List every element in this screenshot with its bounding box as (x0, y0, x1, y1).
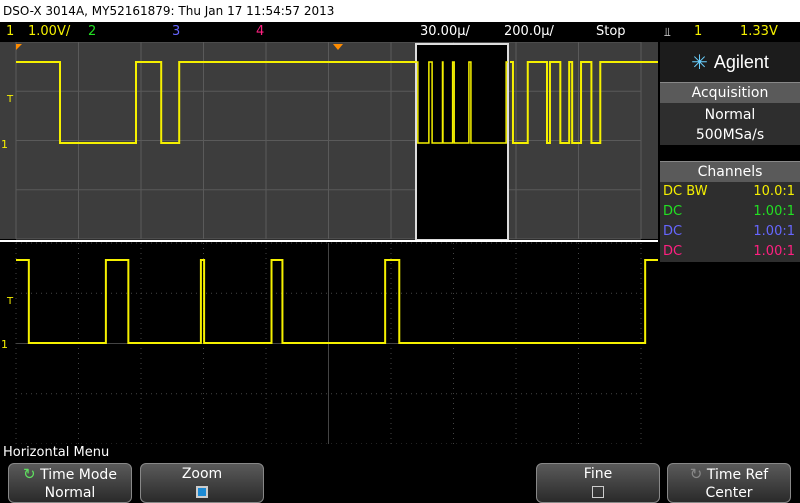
channel-coupling: DC (663, 224, 683, 239)
channel-probe: 1.00:1 (753, 244, 795, 259)
zoom-label: Zoom (181, 466, 223, 482)
ch4-number[interactable]: 4 (256, 22, 264, 42)
zoom-window (415, 43, 509, 241)
brand-name: Agilent (713, 51, 769, 72)
rotate-knob-icon: ↻ (689, 465, 703, 483)
fine-softkey[interactable]: Fine (536, 463, 660, 503)
waveform-display[interactable]: T 1 T 1 (0, 42, 658, 444)
title-bar: DSO-X 3014A, MY52161879: Thu Jan 17 11:5… (0, 0, 800, 22)
acquisition-panel: Normal 500MSa/s (660, 103, 800, 145)
brand-logo: ✳ Agilent (660, 42, 800, 82)
status-bar: 1 1.00V/ 2 3 4 30.00µ/ 200.0µ/ Stop ⫫ 1 … (0, 22, 800, 42)
run-state[interactable]: Stop (596, 22, 626, 42)
time-mode-value: Normal (44, 485, 96, 501)
side-panel: ✳ Agilent Acquisition Normal 500MSa/s Ch… (660, 42, 800, 444)
ground-marker-lower: 1 (1, 338, 8, 351)
fine-checkbox[interactable] (592, 486, 604, 498)
trigger-level[interactable]: 1.33V (740, 22, 778, 42)
time-ref-softkey[interactable]: ↻ Time Ref Center (667, 463, 791, 503)
sample-rate: 500MSa/s (695, 127, 765, 143)
ch2-number[interactable]: 2 (88, 22, 96, 42)
time-mode-softkey[interactable]: ↻ Time Mode Normal (8, 463, 132, 503)
ch3-number[interactable]: 3 (172, 22, 180, 42)
rising-edge-icon: ⫫ (664, 25, 671, 39)
time-delay[interactable]: 200.0µ/ (504, 22, 554, 42)
trigger-level-marker-upper: T (6, 94, 14, 105)
instrument-title: DSO-X 3014A, MY52161879: Thu Jan 17 11:5… (3, 4, 335, 18)
spark-icon: ✳ (691, 51, 708, 74)
channel-row-4: DC 1.00:1 (660, 242, 800, 262)
time-mode-label: Time Mode (40, 467, 117, 483)
channel-coupling: DC (663, 204, 683, 219)
menu-title: Horizontal Menu (0, 444, 800, 461)
channel-coupling: DC (663, 244, 683, 259)
channel-probe: 1.00:1 (753, 224, 795, 239)
channel-row-3: DC 1.00:1 (660, 222, 800, 242)
channel-bw-limit: BW (686, 184, 708, 199)
channel-row-2: DC 1.00:1 (660, 202, 800, 222)
zoom-softkey[interactable]: Zoom (140, 463, 264, 503)
time-scale[interactable]: 30.00µ/ (420, 22, 470, 42)
softkey-bar: ↻ Time Mode Normal Zoom Fine ↻ Time Ref … (0, 461, 800, 503)
time-ref-value: Center (705, 485, 753, 501)
trigger-level-marker-lower: T (6, 296, 14, 307)
acquisition-header: Acquisition (660, 82, 800, 103)
time-ref-label: Time Ref (706, 467, 769, 483)
acquisition-mode: Normal (704, 107, 756, 123)
channels-panel: DC BW 10.0:1 DC 1.00:1 DC 1.00:1 DC 1.00:1 (660, 182, 800, 262)
ch1-scale[interactable]: 1.00V/ (28, 22, 70, 42)
ground-marker-upper: 1 (1, 138, 8, 151)
fine-label: Fine (583, 466, 613, 482)
channels-header: Channels (660, 161, 800, 182)
trigger-source[interactable]: 1 (694, 22, 702, 42)
channel-row-1: DC BW 10.0:1 (660, 182, 800, 202)
channel-coupling: DC (663, 184, 683, 199)
rotate-knob-icon: ↻ (23, 465, 36, 483)
channel-probe: 10.0:1 (753, 184, 795, 199)
ch1-number[interactable]: 1 (6, 22, 14, 42)
zoom-checkbox[interactable] (196, 486, 208, 498)
channel-probe: 1.00:1 (753, 204, 795, 219)
